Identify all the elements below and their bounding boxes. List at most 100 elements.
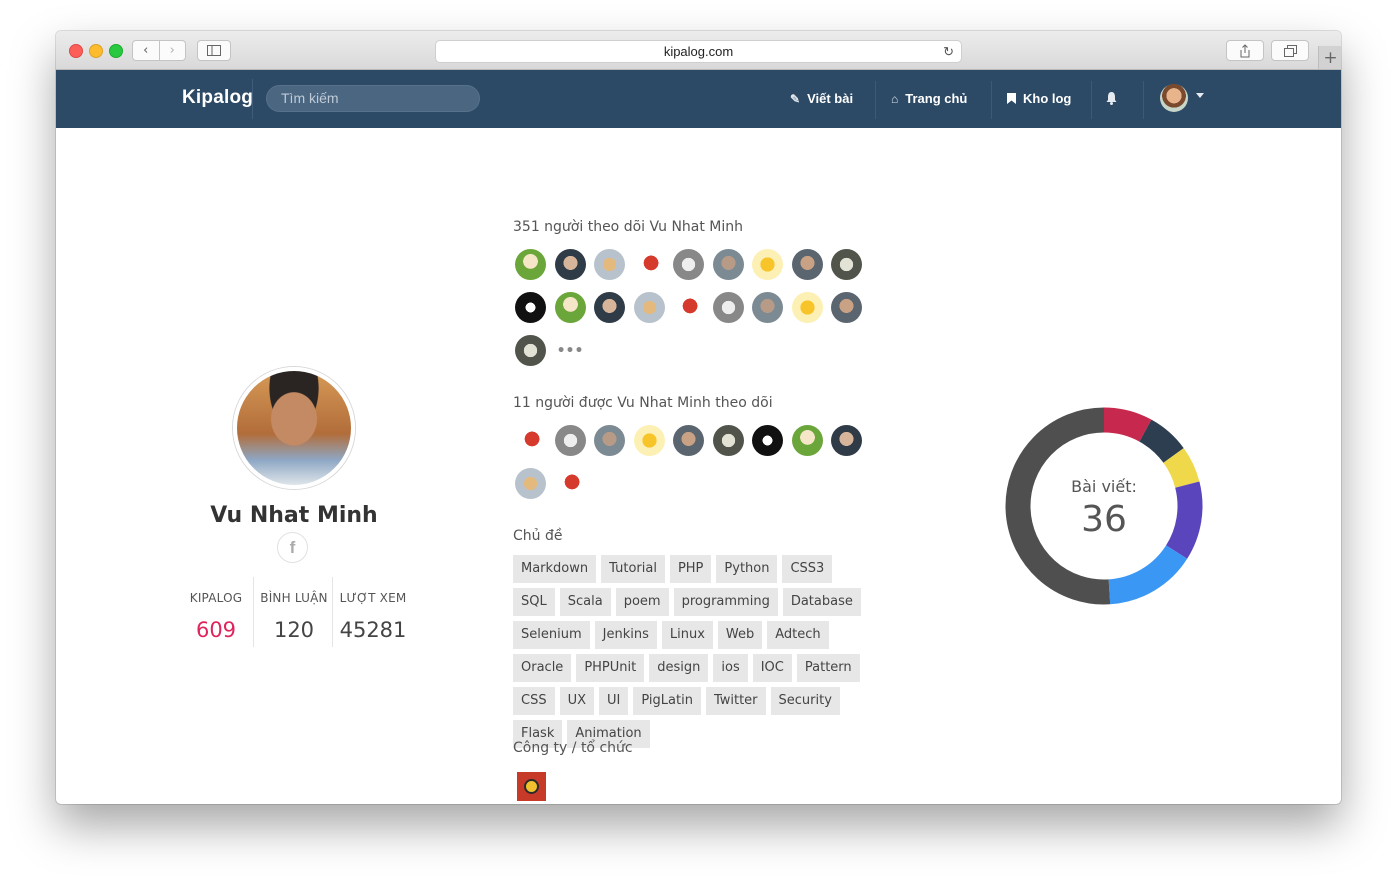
stat-label: LƯỢT XEM [339,591,407,605]
notification-bell-icon[interactable] [1105,91,1118,109]
topic-tag[interactable]: UX [559,687,595,715]
donut-slice [1108,545,1188,605]
user-avatar[interactable] [515,468,546,499]
stat-label: KIPALOG [189,591,243,605]
reload-icon[interactable]: ↻ [943,44,954,60]
topic-tag[interactable]: Selenium [513,621,590,649]
user-avatar[interactable] [791,249,823,280]
user-avatar[interactable] [752,292,783,323]
sidebar-toggle-button[interactable] [197,40,231,61]
topic-tag[interactable]: Security [770,687,840,715]
topic-tag[interactable]: Database [782,588,861,616]
user-avatar[interactable] [791,425,823,456]
user-avatar[interactable] [515,335,546,366]
topic-tag[interactable]: CSS [513,687,555,715]
search-input[interactable]: Tìm kiếm [266,85,480,112]
user-avatar[interactable] [712,249,744,280]
user-avatar[interactable] [594,292,625,323]
user-avatar[interactable] [1160,84,1188,112]
user-avatar[interactable] [712,292,744,323]
user-avatar[interactable] [673,249,704,280]
user-avatar[interactable] [712,425,744,456]
user-avatar[interactable] [831,292,862,323]
topic-tag-list: Markdown Tutorial PHP Python CSS3 SQL Scala poe… [513,555,873,753]
topic-tag[interactable]: Tutorial [601,555,665,583]
topic-tag[interactable]: Linux [661,621,713,649]
user-avatar[interactable] [633,425,665,456]
chevron-down-icon[interactable] [1196,93,1204,98]
stat-value[interactable]: 609 [186,618,246,642]
topic-tag[interactable]: design [649,654,709,682]
new-tab-button[interactable]: + [1318,46,1341,69]
donut-slice [1103,407,1152,442]
topic-tag[interactable]: Adtech [767,621,829,649]
share-button[interactable] [1226,40,1264,61]
user-avatar[interactable] [515,425,546,456]
user-avatar[interactable] [554,468,586,499]
topic-tag[interactable]: Oracle [513,654,572,682]
topics-title: Chủ đề [513,528,563,544]
topic-tag[interactable]: UI [599,687,629,715]
topic-tag[interactable]: Jenkins [594,621,657,649]
tab-overview-button[interactable] [1271,40,1309,61]
nav-write-post[interactable]: ✎ Viết bài [790,91,853,106]
user-avatar[interactable] [554,292,586,323]
user-avatar[interactable] [633,292,665,323]
topic-tag[interactable]: IOC [752,654,792,682]
address-bar[interactable]: kipalog.com ↻ [435,40,962,63]
topic-tag[interactable]: PHP [669,555,712,583]
topic-tag[interactable]: CSS3 [782,555,833,583]
site-logo[interactable]: Kipalog [182,87,253,109]
user-avatar[interactable] [633,249,665,280]
nav-home[interactable]: ⌂ Trang chủ [891,91,967,106]
user-avatar[interactable] [554,425,586,456]
user-avatar[interactable] [831,425,862,456]
close-window-button[interactable] [69,44,83,58]
user-avatar[interactable] [831,249,862,280]
edit-icon: ✎ [790,91,801,106]
user-avatar[interactable] [594,425,625,456]
user-avatar[interactable] [791,292,823,323]
user-avatar[interactable] [554,249,586,280]
topic-tag[interactable]: Web [717,621,763,649]
forward-icon[interactable]: › [160,41,186,60]
nav-kho-log[interactable]: Kho log [1007,91,1071,106]
organization-logo[interactable] [517,772,546,801]
user-avatar[interactable] [515,292,546,323]
topic-tag[interactable]: PigLatin [633,687,701,715]
topic-tag[interactable]: SQL [513,588,555,616]
tabs-icon [1283,44,1297,57]
topic-tag[interactable]: PHPUnit [576,654,645,682]
topic-tag[interactable]: programming [673,588,778,616]
divider [252,79,253,119]
site-navbar: Kipalog Tìm kiếm ✎ Viết bài ⌂ Trang chủ … [56,70,1341,128]
topic-tag[interactable]: Twitter [705,687,766,715]
zoom-window-button[interactable] [109,44,123,58]
user-avatar[interactable] [673,425,704,456]
divider [1091,81,1092,119]
minimize-window-button[interactable] [89,44,103,58]
topic-tag[interactable]: Python [716,555,778,583]
user-avatar[interactable] [594,249,625,280]
user-avatar[interactable] [673,292,704,323]
topic-tag[interactable]: Markdown [513,555,597,583]
topic-tag[interactable]: Pattern [796,654,860,682]
sidebar-icon [207,45,221,56]
facebook-icon[interactable]: f [277,532,308,563]
topic-tag[interactable]: ios [713,654,748,682]
user-avatar[interactable] [515,249,546,280]
divider [875,81,876,119]
topic-tag[interactable]: Scala [559,588,611,616]
user-avatar[interactable] [752,425,783,456]
topic-tag[interactable]: poem [615,588,669,616]
more-followers-link[interactable]: ••• [555,335,586,366]
browser-titlebar: ‹ › kipalog.com ↻ + [56,31,1341,70]
back-icon[interactable]: ‹ [133,41,159,60]
nav-home-label: Trang chủ [905,91,968,106]
home-icon: ⌂ [891,91,899,106]
stat-value: 45281 [339,618,407,642]
following-title: 11 người được Vu Nhat Minh theo dõi [513,395,773,411]
organizations-title: Công ty / tổ chức [513,740,633,756]
bookmark-icon [1007,93,1016,104]
user-avatar[interactable] [752,249,783,280]
